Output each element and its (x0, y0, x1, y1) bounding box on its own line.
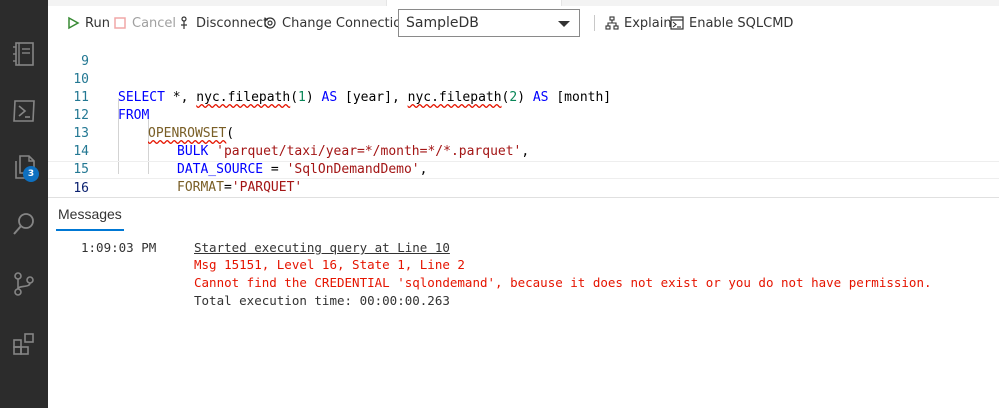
message-error-text: Cannot find the CREDENTIAL 'sqlondemand'… (194, 275, 932, 290)
tab-messages[interactable]: Messages (58, 206, 122, 222)
disconnect-label: Disconnect (196, 15, 269, 31)
message-execution-time: Total execution time: 00:00:00.263 (194, 293, 450, 308)
explorer-icon[interactable]: 3 (0, 143, 48, 191)
database-select[interactable]: SampleDB (398, 9, 580, 37)
tab-active-indicator (56, 229, 124, 231)
explain-label: Explain (624, 15, 672, 31)
plug-icon (181, 16, 187, 29)
play-icon (68, 16, 80, 30)
terminal-icon[interactable] (0, 87, 48, 135)
explorer-badge: 3 (23, 166, 39, 182)
results-panel-header: Messages (48, 197, 999, 234)
source-control-icon[interactable] (0, 260, 48, 308)
messages-list: 1:09:03 PM Started executing query at Li… (48, 234, 999, 408)
code-line-17: 17 (48, 179, 999, 213)
sqlcmd-icon (670, 16, 684, 30)
chevron-down-icon (558, 21, 570, 27)
code-line-9: 9 (48, 35, 999, 69)
message-timestamp: 1:09:03 PM (81, 240, 157, 255)
extensions-icon[interactable] (0, 320, 48, 368)
cancel-label: Cancel (132, 15, 177, 31)
database-select-value: SampleDB (406, 15, 479, 31)
message-error-code: Msg 15151, Level 16, State 1, Line 2 (194, 257, 465, 272)
run-label: Run (85, 15, 110, 31)
code-line-16: 16 ) AS nyc (48, 161, 999, 214)
explain-icon (605, 16, 619, 30)
search-icon[interactable] (0, 200, 48, 248)
change-connection-icon (264, 17, 276, 29)
query-editor[interactable]: 9 10 SELECT *, nyc.filepath(1) AS [year]… (48, 40, 999, 214)
code-line-15: 15 FORMAT='PARQUET' (48, 143, 999, 195)
code-line-10: 10 SELECT *, nyc.filepath(1) AS [year], … (48, 53, 999, 105)
toolbar-separator (594, 15, 595, 31)
stop-icon (114, 17, 126, 29)
code-line-12: 12 OPENROWSET( (48, 89, 999, 141)
message-query-link[interactable]: Started executing query at Line 10 (194, 239, 450, 257)
enable-sqlcmd-label: Enable SQLCMD (689, 15, 794, 31)
change-connection-label: Change Connection (282, 15, 410, 31)
code-line-14: 14 DATA_SOURCE = 'SqlOnDemandDemo', (48, 125, 999, 177)
notebook-icon[interactable] (0, 30, 48, 78)
code-line-13: 13 BULK 'parquet/taxi/year=*/month=*/*.p… (48, 107, 999, 159)
activity-bar: 3 (0, 0, 48, 408)
code-line-11: 11 FROM (48, 71, 999, 123)
